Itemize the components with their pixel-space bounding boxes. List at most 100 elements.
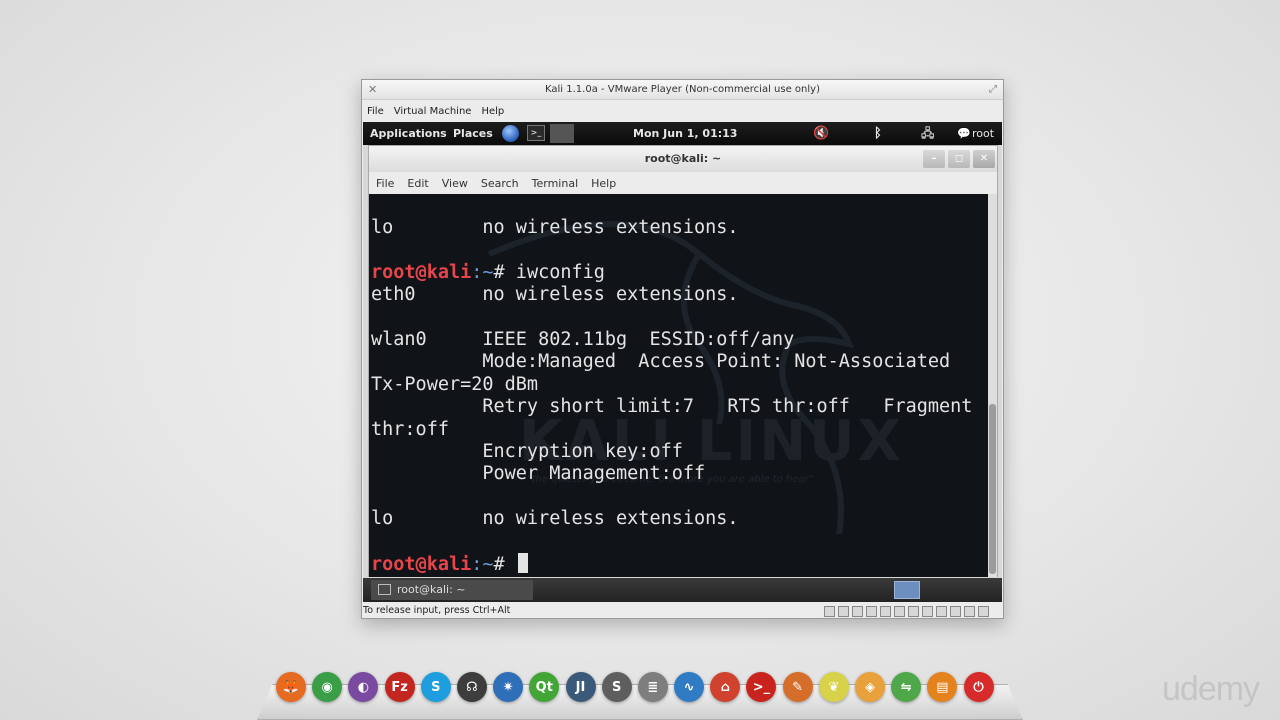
tool-icon[interactable]: ✎	[782, 672, 813, 702]
bluetooth-icon[interactable]: ᛒ	[874, 122, 882, 145]
toggle-icon[interactable]: ⇋	[891, 672, 922, 702]
document-icon[interactable]: ≣	[637, 672, 668, 702]
terminal-cursor	[517, 552, 528, 573]
printer-icon[interactable]	[894, 606, 905, 617]
udemy-logo: udemy	[1162, 670, 1260, 708]
vmware-menu-file[interactable]: File	[367, 106, 384, 117]
vmware-title: Kali 1.1.0a - VMware Player (Non-commerc…	[545, 84, 820, 95]
close-icon[interactable]: ✕	[368, 80, 377, 100]
user-menu[interactable]: root	[972, 122, 994, 145]
release-input-hint: To release input, press Ctrl+Alt	[363, 605, 511, 616]
vmware-menu-virtual-machine[interactable]: Virtual Machine	[394, 106, 472, 117]
volume-muted-icon[interactable]: 🔇	[813, 122, 829, 145]
vmware-titlebar: ✕ Kali 1.1.0a - VMware Player (Non-comme…	[362, 80, 1003, 100]
terminal-scrollbar[interactable]	[988, 194, 997, 577]
prompt-user: root@kali	[371, 553, 472, 575]
places-menu[interactable]: Places	[453, 122, 493, 145]
terminal-menu-file[interactable]: File	[376, 177, 394, 190]
vmware-menubar: File Virtual Machine Help	[362, 100, 1003, 122]
settings-icon[interactable]	[978, 606, 989, 617]
terminal-menubar: File Edit View Search Terminal Help	[369, 172, 997, 194]
display-icon[interactable]	[936, 606, 947, 617]
terminal-output[interactable]: KALI LINUX "the quieter you become, the …	[369, 194, 988, 577]
line-text: wlan0 IEEE 802.11bg ESSID:off/any	[371, 328, 795, 350]
output-line: eth0 no wireless extensions.	[371, 284, 972, 306]
skype-icon[interactable]: S	[420, 672, 451, 702]
terminal-menu-help[interactable]: Help	[591, 177, 616, 190]
leaf-icon[interactable]: ❦	[818, 672, 849, 702]
sublime-icon[interactable]: S	[601, 672, 632, 702]
output-line: Power Management:off	[371, 463, 972, 485]
prompt-line: root@kali:~#	[371, 552, 972, 575]
firefox-icon[interactable]: 🦊	[276, 672, 306, 702]
guest-screen[interactable]: Applications Places >_ Mon Jun 1, 01:13 …	[363, 122, 1002, 602]
host-dock: 🦊 ◉ ◐ Fz S ☊ ✷ Qt JI S ≣ ∿ ⌂ >_ ✎ ❦ ◈ ⇋ ▤ ⏻	[276, 672, 994, 702]
line-text: eth0 no wireless extensions.	[371, 284, 739, 306]
output-line: thr:off	[371, 419, 972, 441]
output-line: lo no wireless extensions.	[371, 217, 972, 239]
cdrom-icon[interactable]	[838, 606, 849, 617]
line-text: # iwconfig	[493, 261, 605, 283]
photo-icon[interactable]: ◈	[855, 672, 885, 702]
terminal-menu-edit[interactable]: Edit	[407, 177, 428, 190]
wave-icon[interactable]: ∿	[674, 672, 705, 702]
minimize-button[interactable]: –	[923, 150, 945, 168]
output-line: Mode:Managed Access Point: Not-Associate…	[371, 351, 972, 373]
vmware-menu-help[interactable]: Help	[481, 106, 504, 117]
terminal-window-controls: – ◻ ✕	[923, 150, 995, 168]
tor-icon[interactable]: ◐	[348, 672, 379, 702]
output-line: Tx-Power=20 dBm	[371, 374, 972, 396]
prompt-user: root@kali	[371, 261, 472, 283]
filezilla-icon[interactable]: Fz	[384, 672, 415, 702]
terminal-launcher-icon[interactable]: >_	[527, 125, 545, 141]
applications-menu[interactable]: Applications	[370, 122, 447, 145]
launcher-placeholder-icon[interactable]	[550, 124, 574, 143]
genie-icon[interactable]: ⌂	[710, 672, 741, 702]
line-text: #	[493, 553, 516, 575]
chat-icon[interactable]: 💬	[957, 122, 971, 145]
terminal-window: root@kali: ~ – ◻ ✕ File Edit View Search…	[368, 145, 998, 577]
hdd-icon[interactable]	[824, 606, 835, 617]
output-line: Retry short limit:7 RTS thr:off Fragment	[371, 396, 972, 418]
maximize-button[interactable]: ◻	[948, 150, 970, 168]
fullscreen-icon[interactable]	[964, 606, 975, 617]
chrome-icon[interactable]: ◉	[312, 672, 343, 702]
close-button[interactable]: ✕	[973, 150, 995, 168]
qt-icon[interactable]: Qt	[529, 672, 560, 702]
terminal-menu-search[interactable]: Search	[481, 177, 519, 190]
drawer-icon[interactable]: ▤	[927, 672, 958, 702]
power-icon[interactable]: ⏻	[963, 672, 994, 702]
bluetooth-device-icon[interactable]	[922, 606, 933, 617]
panel-clock[interactable]: Mon Jun 1, 01:13	[633, 122, 737, 145]
terminal-scroll-thumb[interactable]	[989, 404, 996, 574]
network-icon[interactable]: 🖧	[921, 122, 934, 145]
terminal-menu-terminal[interactable]: Terminal	[532, 177, 579, 190]
output-line: wlan0 IEEE 802.11bg ESSID:off/any	[371, 329, 972, 351]
jetbrains-icon[interactable]: JI	[565, 672, 596, 702]
kali-top-panel: Applications Places >_ Mon Jun 1, 01:13 …	[363, 122, 1002, 145]
terminal-titlebar[interactable]: root@kali: ~ – ◻ ✕	[369, 146, 997, 172]
network-icon[interactable]: ✷	[493, 672, 524, 702]
terminal-red-icon[interactable]: >_	[746, 672, 777, 702]
prompt-line: root@kali:~# iwconfig	[371, 262, 972, 284]
restore-icon[interactable]: ⤢	[989, 80, 997, 100]
headphones-icon[interactable]: ☊	[456, 672, 487, 702]
terminal-menu-view[interactable]: View	[442, 177, 468, 190]
taskbar-item-terminal[interactable]: root@kali: ~	[371, 580, 533, 600]
terminal-title: root@kali: ~	[644, 152, 722, 165]
sound-icon[interactable]	[908, 606, 919, 617]
floppy-icon[interactable]	[852, 606, 863, 617]
network-adapter-icon[interactable]	[866, 606, 877, 617]
prompt-path: :~	[471, 261, 494, 283]
message-icon[interactable]	[950, 606, 961, 617]
line-text: Power Management:off	[371, 463, 706, 485]
workspace-switcher[interactable]	[894, 581, 920, 599]
browser-launcher-icon[interactable]	[502, 125, 519, 142]
prompt-path: :~	[471, 553, 494, 575]
terminal-text: lo no wireless extensions. root@kali:~# i…	[371, 217, 972, 575]
usb-icon[interactable]	[880, 606, 891, 617]
line-text: lo no wireless extensions.	[371, 217, 739, 238]
